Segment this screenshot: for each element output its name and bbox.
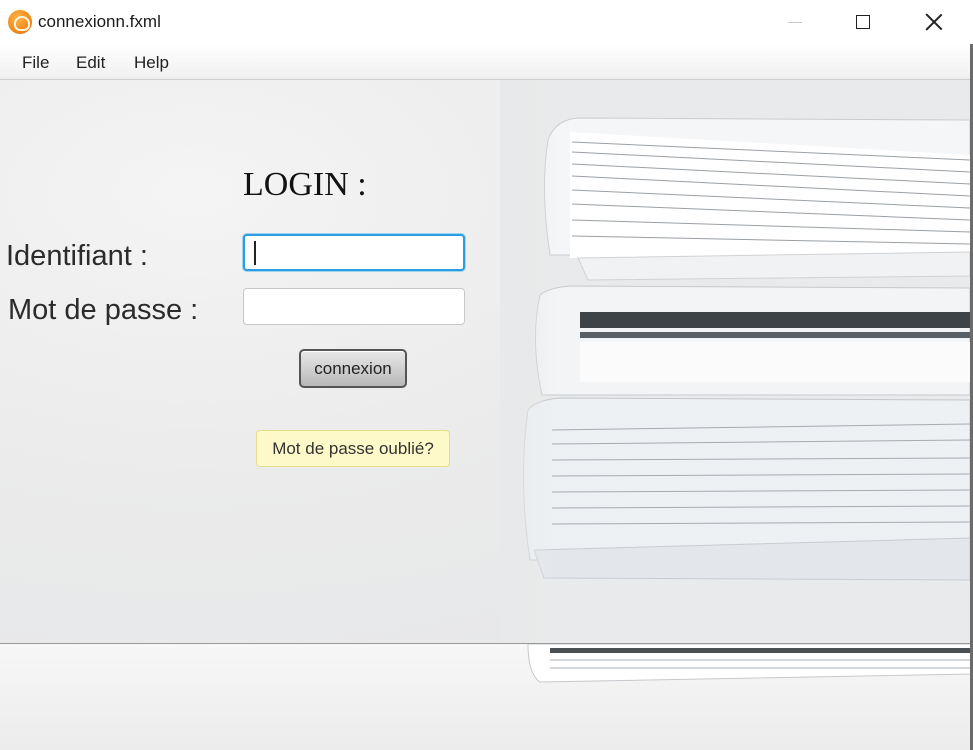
menu-bar: File Edit Help [0,44,973,80]
text-caret [254,241,256,265]
login-panel: LOGIN : Identifiant : Mot de passe : con… [0,80,970,644]
menu-edit[interactable]: Edit [76,53,105,73]
maximize-icon [856,15,870,29]
password-input[interactable] [243,288,465,325]
books-background-image [500,80,970,643]
background-strip [0,644,973,750]
connexion-button[interactable]: connexion [299,349,407,388]
identifiant-label: Identifiant : [6,240,148,272]
title-bar[interactable]: connexionn.fxml [0,0,973,44]
minimize-icon [788,21,802,23]
login-heading: LOGIN : [243,166,367,203]
books-background-image-lower [527,644,973,683]
menu-file[interactable]: File [22,53,49,73]
window-title: connexionn.fxml [38,12,161,31]
close-button[interactable] [900,0,968,44]
app-icon [8,10,32,34]
maximize-button[interactable] [829,0,897,44]
minimize-button[interactable] [761,0,829,44]
close-icon [925,13,943,31]
menu-help[interactable]: Help [134,53,169,73]
password-label: Mot de passe : [8,294,199,326]
forgot-password-button[interactable]: Mot de passe oublié? [256,430,450,467]
identifiant-input[interactable] [243,234,465,271]
